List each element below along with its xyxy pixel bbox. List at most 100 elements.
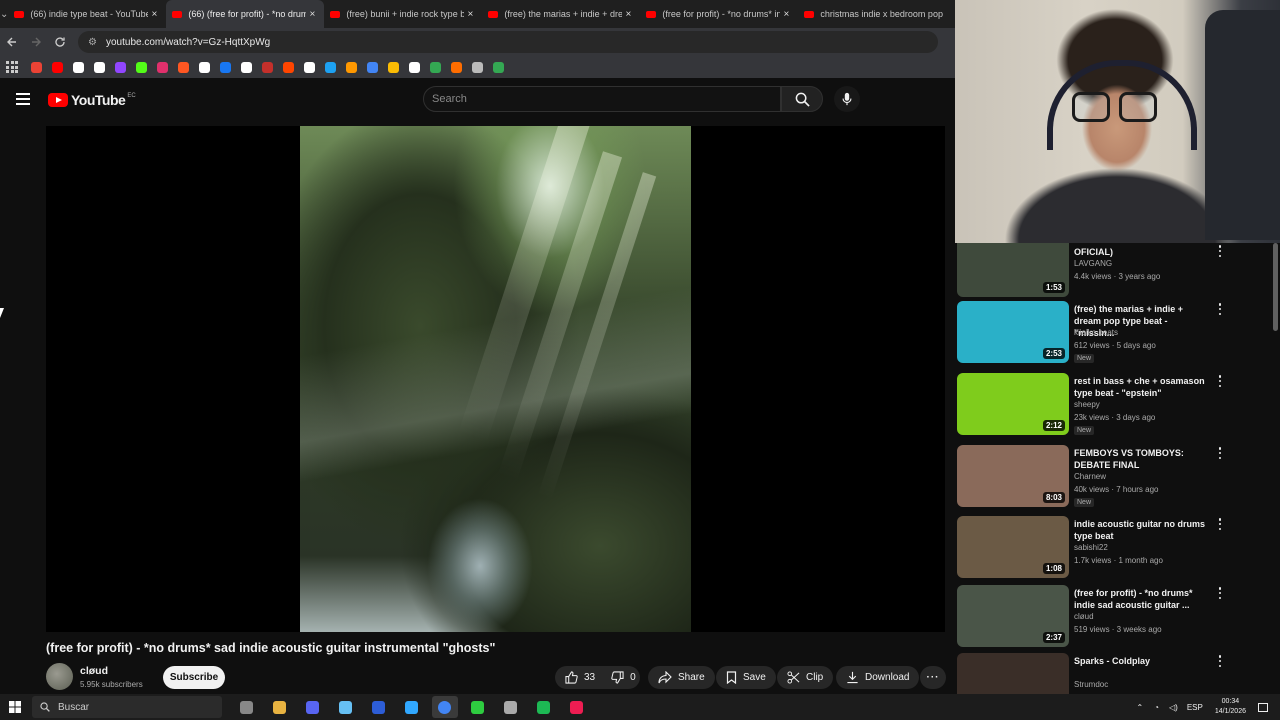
video-thumbnail[interactable]: 1:08 [957, 516, 1069, 578]
scrollbar-thumb[interactable] [1273, 243, 1278, 331]
bookmark-favicon-icon[interactable] [409, 61, 420, 73]
more-vertical-icon[interactable] [1218, 447, 1222, 459]
video-thumbnail[interactable]: 1:53 [957, 243, 1069, 297]
voice-search-button[interactable] [834, 86, 860, 112]
wifi-icon[interactable]: ◔ [1154, 703, 1159, 712]
bookmark-favicon-icon[interactable] [94, 61, 105, 73]
more-vertical-icon[interactable] [1218, 518, 1222, 530]
recommendation-item[interactable]: 2:53 (free) the marias + indie + dream po… [957, 301, 1277, 365]
recommendation-item[interactable]: Sparks - ColdplayStrumdoc749k views · 2 … [957, 653, 1277, 698]
recommendation-channel[interactable]: kiiaiko beats [1074, 328, 1118, 337]
video-thumbnail[interactable]: 8:03 [957, 445, 1069, 507]
browser-tab[interactable]: christmas indie x bedroom pop [798, 0, 956, 28]
recommendation-item[interactable]: 1:08 indie acoustic guitar no drums type … [957, 516, 1277, 580]
language-indicator[interactable]: ESP [1187, 703, 1203, 712]
like-button[interactable]: 33 [565, 671, 595, 684]
taskbar-app-icon[interactable] [333, 696, 359, 718]
recommendation-title[interactable]: Sparks - Coldplay [1074, 655, 1206, 667]
recommendation-title[interactable]: indie acoustic guitar no drums type beat [1074, 518, 1206, 542]
more-vertical-icon[interactable] [1218, 587, 1222, 599]
share-button[interactable]: Share [648, 666, 715, 689]
recommendation-title[interactable]: rest in bass + che + osamason type beat … [1074, 375, 1206, 399]
more-vertical-icon[interactable] [1218, 245, 1222, 257]
bookmark-favicon-icon[interactable] [220, 61, 231, 73]
clip-button[interactable]: Clip [777, 666, 834, 689]
youtube-logo[interactable]: YouTube EC [48, 92, 136, 108]
bookmark-favicon-icon[interactable] [283, 61, 294, 73]
recommendation-item[interactable]: 2:37 (free for profit) - *no drums* indie… [957, 585, 1277, 649]
video-thumbnail[interactable]: 2:37 [957, 585, 1069, 647]
sidebar-scrollbar[interactable] [1272, 243, 1280, 698]
address-bar[interactable]: ⚙ youtube.com/watch?v=Gz-HqttXpWg [78, 31, 938, 53]
more-vertical-icon[interactable] [1218, 375, 1222, 387]
bookmark-favicon-icon[interactable] [157, 61, 168, 73]
channel-avatar[interactable] [46, 663, 73, 690]
close-icon[interactable]: × [622, 9, 634, 20]
close-icon[interactable]: × [148, 9, 160, 20]
back-icon[interactable] [0, 30, 24, 54]
recommendation-channel[interactable]: sabishi22 [1074, 543, 1108, 552]
tray-overflow-icon[interactable]: ⌃ [1136, 703, 1143, 712]
search-input[interactable]: Search [423, 86, 781, 112]
taskbar-app-icon[interactable] [431, 696, 458, 718]
taskbar-app-icon[interactable] [267, 696, 293, 718]
bookmark-favicon-icon[interactable] [178, 61, 189, 73]
recommendation-title[interactable]: FEMBOYS VS TOMBOYS: DEBATE FINAL [1074, 447, 1206, 471]
video-thumbnail[interactable] [957, 653, 1069, 698]
bookmark-favicon-icon[interactable] [52, 61, 63, 73]
taskbar-app-icon[interactable] [234, 696, 260, 718]
menu-icon[interactable] [16, 93, 30, 105]
notification-icon[interactable] [1258, 702, 1268, 712]
channel-name[interactable]: cløud [80, 665, 108, 677]
site-info-icon[interactable]: ⚙ [88, 37, 100, 48]
browser-tab[interactable]: (66) indie type beat - YouTube × [8, 0, 166, 28]
bookmark-favicon-icon[interactable] [430, 61, 441, 73]
browser-tab[interactable]: (66) (free for profit) - *no drum × [166, 0, 325, 28]
bookmark-favicon-icon[interactable] [325, 61, 336, 73]
recommendation-title[interactable]: (free for profit) - *no drums* indie sad… [1074, 587, 1206, 611]
reload-icon[interactable] [48, 30, 72, 54]
recommendation-channel[interactable]: LAVGANG [1074, 259, 1112, 268]
close-icon[interactable]: × [464, 9, 476, 20]
dislike-button[interactable]: 0 [611, 671, 636, 684]
recommendation-item[interactable]: 8:03 FEMBOYS VS TOMBOYS: DEBATE FINAL Char… [957, 445, 1277, 509]
bookmark-favicon-icon[interactable] [388, 61, 399, 73]
browser-tab[interactable]: (free for profit) - *no drums* in × [640, 0, 798, 28]
bookmark-favicon-icon[interactable] [73, 61, 84, 73]
bookmark-favicon-icon[interactable] [472, 61, 483, 73]
bookmark-favicon-icon[interactable] [262, 61, 273, 73]
bookmark-favicon-icon[interactable] [451, 61, 462, 73]
taskbar-app-icon[interactable] [531, 696, 557, 718]
recommendation-item[interactable]: 2:12 rest in bass + che + osamason type b… [957, 373, 1277, 437]
recommendation-channel[interactable]: cløud [1074, 612, 1094, 621]
save-button[interactable]: Save [716, 666, 776, 689]
close-icon[interactable]: × [306, 9, 318, 20]
download-button[interactable]: Download [836, 666, 920, 689]
subscribe-button[interactable]: Subscribe [163, 666, 225, 689]
bookmark-favicon-icon[interactable] [136, 61, 147, 73]
browser-tab[interactable]: (free) the marias + indie + dre × [482, 0, 640, 28]
forward-icon[interactable] [24, 30, 48, 54]
bookmark-favicon-icon[interactable] [31, 61, 42, 73]
apps-grid-icon[interactable] [6, 61, 18, 73]
video-thumbnail[interactable]: 2:12 [957, 373, 1069, 435]
tab-search-button[interactable]: ⌄ [0, 0, 8, 28]
bookmark-favicon-icon[interactable] [346, 61, 357, 73]
more-vertical-icon[interactable] [1218, 655, 1222, 667]
taskbar-app-icon[interactable] [300, 696, 326, 718]
taskbar-app-icon[interactable] [498, 696, 524, 718]
recommendation-channel[interactable]: Charnew [1074, 472, 1106, 481]
taskbar-app-icon[interactable] [465, 696, 491, 718]
close-icon[interactable]: × [780, 9, 792, 20]
search-button[interactable] [781, 86, 823, 112]
video-thumbnail[interactable]: 2:53 [957, 301, 1069, 363]
taskbar-app-icon[interactable] [366, 696, 392, 718]
more-vertical-icon[interactable] [1218, 303, 1222, 315]
video-player[interactable] [46, 126, 945, 632]
recommendation-channel[interactable]: sheepy [1074, 400, 1100, 409]
windows-start-icon[interactable] [0, 694, 30, 720]
taskbar-app-icon[interactable] [399, 696, 425, 718]
recommendation-channel[interactable]: Strumdoc [1074, 680, 1108, 689]
bookmark-favicon-icon[interactable] [304, 61, 315, 73]
bookmark-favicon-icon[interactable] [115, 61, 126, 73]
